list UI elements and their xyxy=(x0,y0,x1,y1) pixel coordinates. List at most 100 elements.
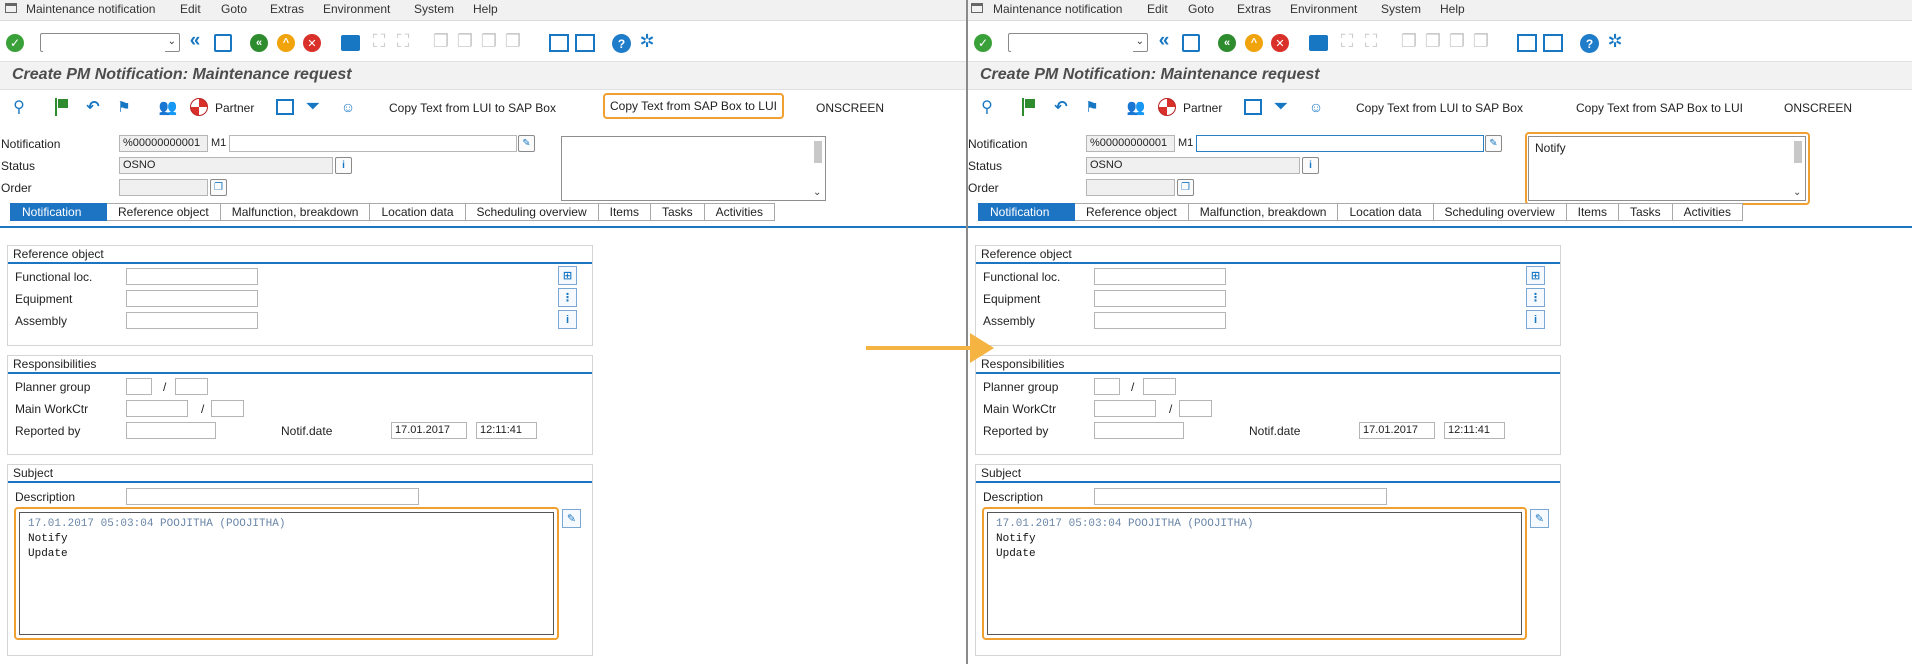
description-field[interactable] xyxy=(126,488,419,505)
functional-loc-field[interactable] xyxy=(126,268,258,285)
double-chevron-left-icon[interactable]: « xyxy=(187,30,203,51)
reported-by-field[interactable] xyxy=(126,422,216,439)
menu-environment[interactable]: Environment xyxy=(323,2,390,16)
cancel-icon[interactable]: ✕ xyxy=(1271,34,1289,52)
partner-people-icon[interactable]: 👥 xyxy=(1126,98,1146,116)
long-text-editor[interactable]: 17.01.2017 05:03:04 POOJITHA (POOJITHA) … xyxy=(987,512,1522,635)
copy-sap-to-lui-button[interactable]: Copy Text from SAP Box to LUI xyxy=(603,93,784,119)
tab-scheduling-overview[interactable]: Scheduling overview xyxy=(465,203,599,221)
assembly-field[interactable] xyxy=(126,312,258,329)
flag-green-icon[interactable] xyxy=(1022,98,1036,116)
workctr-plant-field[interactable] xyxy=(211,400,244,417)
exit-icon[interactable]: ^ xyxy=(1245,34,1263,52)
sap-window-icon[interactable] xyxy=(971,3,983,13)
chevron-down-icon[interactable]: ⌄ xyxy=(1793,187,1801,198)
tab-activities[interactable]: Activities xyxy=(704,203,775,221)
partner-button[interactable]: Partner xyxy=(215,101,254,115)
tab-location-data[interactable]: Location data xyxy=(370,203,466,221)
tab-tasks[interactable]: Tasks xyxy=(650,203,705,221)
tab-malfunction-breakdown[interactable]: Malfunction, breakdown xyxy=(1188,203,1339,221)
menu-environment[interactable]: Environment xyxy=(1290,2,1357,16)
hierarchy-icon[interactable]: ⊞ xyxy=(558,266,577,285)
main-workctr-field[interactable] xyxy=(1094,400,1156,417)
menu-help[interactable]: Help xyxy=(1440,2,1465,16)
long-text-editor[interactable]: 17.01.2017 05:03:04 POOJITHA (POOJITHA) … xyxy=(19,512,554,635)
partner-button[interactable]: Partner xyxy=(1183,101,1222,115)
order-field[interactable] xyxy=(1086,179,1175,196)
main-workctr-field[interactable] xyxy=(126,400,188,417)
info-icon[interactable]: i xyxy=(1526,310,1545,329)
menu-edit[interactable]: Edit xyxy=(180,2,201,16)
scroll-thumb[interactable] xyxy=(1794,141,1802,163)
settings-gear-icon[interactable]: ✲ xyxy=(637,31,657,51)
filter-funnel-icon[interactable]: ⏷ xyxy=(1271,97,1291,117)
copy-lui-to-sap-button[interactable]: Copy Text from LUI to SAP Box xyxy=(389,101,556,115)
tab-activities[interactable]: Activities xyxy=(1672,203,1743,221)
undo-arrow-icon[interactable]: ↶ xyxy=(1052,97,1070,117)
menu-help[interactable]: Help xyxy=(473,2,498,16)
tab-notification[interactable]: Notification xyxy=(10,203,107,221)
equipment-field[interactable] xyxy=(126,290,258,307)
order-field[interactable] xyxy=(119,179,208,196)
chevron-down-icon[interactable]: ⌄ xyxy=(1136,36,1144,47)
onscreen-button[interactable]: ONSCREEN xyxy=(1784,101,1852,115)
scroll-thumb[interactable] xyxy=(814,141,822,163)
enter-check-icon[interactable]: ✓ xyxy=(974,34,992,52)
command-field[interactable]: ⌄ xyxy=(1008,33,1148,52)
assembly-field[interactable] xyxy=(1094,312,1226,329)
notification-short-text-field[interactable] xyxy=(1196,135,1484,152)
tab-malfunction-breakdown[interactable]: Malfunction, breakdown xyxy=(220,203,371,221)
lui-text-scrollbar[interactable]: ⌄ xyxy=(1793,139,1803,198)
enter-check-icon[interactable]: ✓ xyxy=(6,34,24,52)
menu-system[interactable]: System xyxy=(414,2,454,16)
equipment-field[interactable] xyxy=(1094,290,1226,307)
sap-window-icon[interactable] xyxy=(5,3,17,13)
create-session-icon[interactable] xyxy=(1517,34,1537,52)
status-info-icon[interactable]: i xyxy=(1302,157,1319,174)
tab-tasks[interactable]: Tasks xyxy=(1618,203,1673,221)
document-list-icon[interactable] xyxy=(1244,99,1262,115)
display-object-icon[interactable]: ⚲ xyxy=(10,97,28,117)
create-shortcut-icon[interactable] xyxy=(575,34,595,52)
functional-loc-field[interactable] xyxy=(1094,268,1226,285)
lui-text-box[interactable]: Notify ⌄ xyxy=(1528,136,1806,201)
tab-scheduling-overview[interactable]: Scheduling overview xyxy=(1433,203,1567,221)
tab-location-data[interactable]: Location data xyxy=(1338,203,1434,221)
structure-tree-icon[interactable]: ⋮ xyxy=(558,288,577,307)
undo-arrow-icon[interactable]: ↶ xyxy=(84,97,102,117)
onscreen-button[interactable]: ONSCREEN xyxy=(816,101,884,115)
long-text-edit-icon[interactable]: ✎ xyxy=(562,509,581,528)
menu-extras[interactable]: Extras xyxy=(270,2,304,16)
status-info-icon[interactable]: i xyxy=(335,157,352,174)
tab-reference-object[interactable]: Reference object xyxy=(107,203,221,221)
planner-group-field[interactable] xyxy=(126,378,152,395)
menu-edit[interactable]: Edit xyxy=(1147,2,1168,16)
tab-notification[interactable]: Notification xyxy=(978,203,1075,221)
help-icon[interactable]: ? xyxy=(1580,34,1599,53)
tab-items[interactable]: Items xyxy=(1566,203,1619,221)
display-object-icon[interactable]: ⚲ xyxy=(978,97,996,117)
filter-funnel-icon[interactable]: ⏷ xyxy=(303,97,323,117)
create-order-icon[interactable]: ❐ xyxy=(210,179,227,196)
menu-maintenance-notification[interactable]: Maintenance notification xyxy=(26,2,155,16)
menu-system[interactable]: System xyxy=(1381,2,1421,16)
chevron-down-icon[interactable]: ⌄ xyxy=(168,36,176,47)
command-input[interactable] xyxy=(1011,35,1133,52)
menu-maintenance-notification[interactable]: Maintenance notification xyxy=(993,2,1122,16)
long-text-edit-icon[interactable]: ✎ xyxy=(1530,509,1549,528)
notification-short-text-field[interactable] xyxy=(229,135,517,152)
settings-gear-icon[interactable]: ✲ xyxy=(1605,31,1625,51)
planning-plant-field[interactable] xyxy=(1143,378,1176,395)
reported-by-field[interactable] xyxy=(1094,422,1184,439)
description-field[interactable] xyxy=(1094,488,1387,505)
checkered-flag-icon[interactable]: ⚑ xyxy=(1083,98,1101,116)
help-icon[interactable]: ? xyxy=(612,34,631,53)
user-details-icon[interactable]: ☺ xyxy=(1306,97,1326,117)
notif-date-field[interactable]: 17.01.2017 xyxy=(1359,422,1435,439)
long-text-edit-icon[interactable]: ✎ xyxy=(1485,135,1502,152)
command-field[interactable]: ⌄ xyxy=(40,33,180,52)
menu-goto[interactable]: Goto xyxy=(221,2,247,16)
double-chevron-left-icon[interactable]: « xyxy=(1156,30,1172,51)
workctr-plant-field[interactable] xyxy=(1179,400,1212,417)
menu-extras[interactable]: Extras xyxy=(1237,2,1271,16)
